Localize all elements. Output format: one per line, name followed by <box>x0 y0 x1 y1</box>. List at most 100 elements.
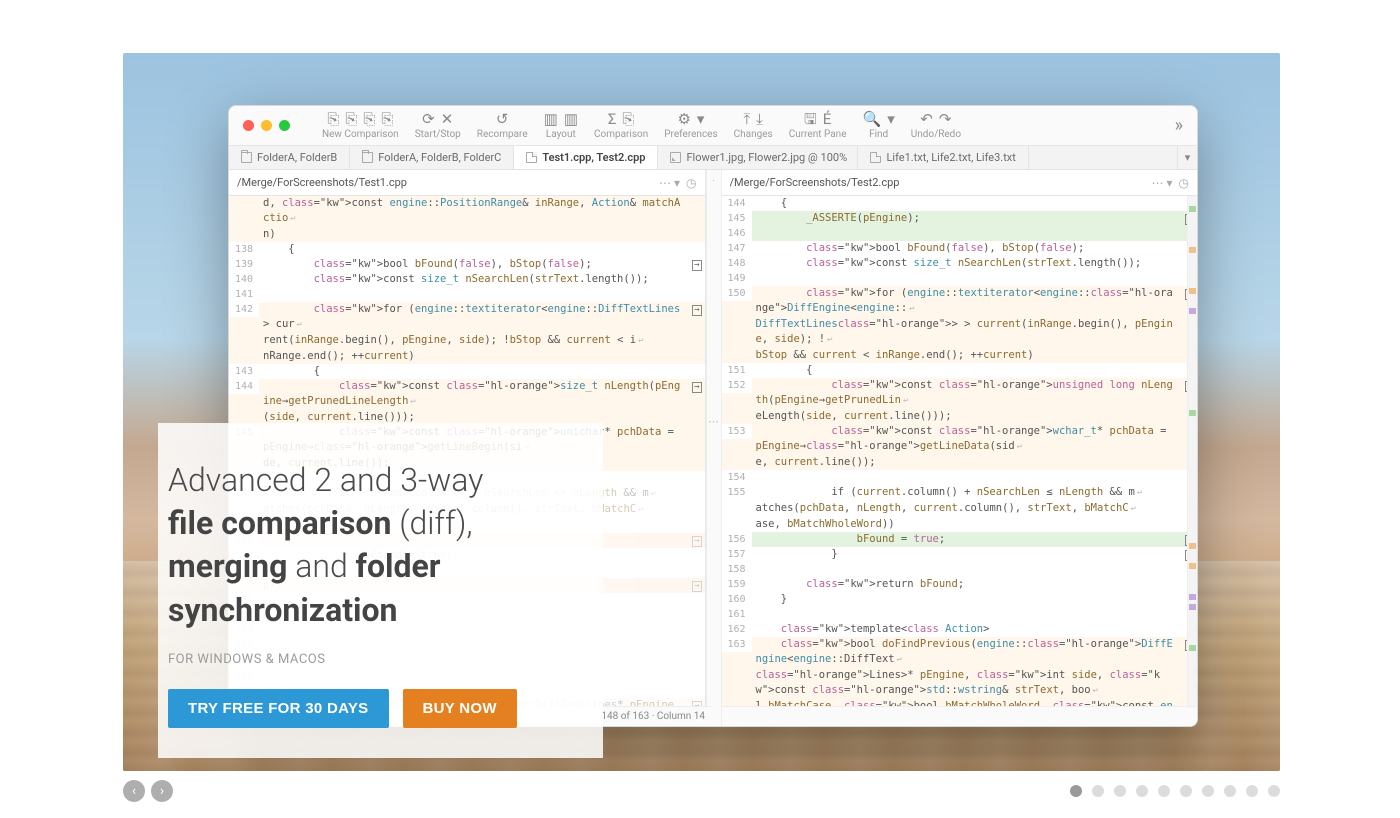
code-line[interactable]: 139 class="kw">bool bFound(false), bStop… <box>229 257 705 272</box>
code-line[interactable]: 158 <box>722 562 1198 577</box>
path-clock-icon[interactable]: ◷ <box>686 176 696 190</box>
toolbar-icon[interactable]: ⎘ <box>345 112 357 127</box>
code-line[interactable]: 154 <box>722 470 1198 485</box>
toolbar-icon[interactable]: ▥ <box>564 112 578 127</box>
toolbar-icon[interactable]: ⎘ <box>622 112 634 127</box>
code-line[interactable]: 152 class="kw">const class="hl-orange">u… <box>722 378 1198 409</box>
carousel-prev-icon[interactable]: ‹ <box>123 780 145 802</box>
code-line[interactable]: 140 class="kw">const size_t nSearchLen(s… <box>229 272 705 287</box>
code-line[interactable]: 144 { <box>722 196 1198 211</box>
carousel-dot[interactable] <box>1268 785 1280 797</box>
carousel-dot[interactable] <box>1224 785 1236 797</box>
path-menu-icon[interactable]: ⋯ ▾ <box>659 176 680 190</box>
code-line[interactable]: 141 <box>229 287 705 302</box>
right-code-area[interactable]: 144 {145 _ASSERTE(pEngine);←146147 class… <box>722 196 1198 726</box>
code-line[interactable]: 146 <box>722 226 1198 241</box>
toolbar-icon[interactable]: ⎘ <box>327 112 339 127</box>
toolbar-icon[interactable]: ⚙ <box>677 112 690 127</box>
toolbar-icon[interactable]: ✕ <box>441 112 454 127</box>
code-line[interactable]: 161 <box>722 607 1198 622</box>
code-line[interactable]: 163 class="kw">bool doFindPrevious(engin… <box>722 637 1198 668</box>
toolbar-icon[interactable]: ⎘ <box>381 112 393 127</box>
code-line[interactable]: 160 } <box>722 592 1198 607</box>
buy-now-button[interactable]: BUY NOW <box>403 689 517 728</box>
code-line[interactable]: 148 class="kw">const size_t nSearchLen(s… <box>722 256 1198 271</box>
tab[interactable]: FolderA, FolderB <box>229 146 350 169</box>
toolbar-icon[interactable]: ↶ <box>920 112 933 127</box>
code-line[interactable]: bStop && current < inRange.end(); ++curr… <box>722 348 1198 363</box>
code-line[interactable]: atches(pchData, nLength, current.column(… <box>722 501 1198 517</box>
merge-menu-icon[interactable]: ⋯ <box>707 415 721 428</box>
minimize-icon[interactable] <box>261 120 272 131</box>
code-line[interactable]: 150 class="kw">for (engine::textiterator… <box>722 286 1198 317</box>
tab-dropdown-icon[interactable]: ▾ <box>1177 146 1197 169</box>
code-line[interactable]: ase, bMatchWholeWord)) <box>722 517 1198 532</box>
tab[interactable]: Life1.txt, Life2.txt, Life3.txt <box>858 146 1028 169</box>
tab-label: Flower1.jpg, Flower2.jpg @ 100% <box>686 151 847 164</box>
toolbar-icon[interactable]: ⤓ <box>756 112 763 127</box>
carousel-dot[interactable] <box>1246 785 1258 797</box>
toolbar-icon[interactable]: Σ <box>608 112 617 127</box>
code-line[interactable]: 143 { <box>229 364 705 379</box>
tab[interactable]: Test1.cpp, Test2.cpp <box>514 146 658 169</box>
code-line[interactable]: 144 class="kw">const class="hl-orange">s… <box>229 379 705 410</box>
code-line[interactable]: 149 <box>722 271 1198 286</box>
code-line[interactable]: 145 _ASSERTE(pEngine);← <box>722 211 1198 226</box>
code-line[interactable]: 153 class="kw">const class="hl-orange">w… <box>722 424 1198 455</box>
toolbar-icon[interactable]: ▾ <box>697 112 705 127</box>
merge-arrow-icon[interactable]: → <box>687 379 705 394</box>
toolbar-icon[interactable]: ▥ <box>544 112 558 127</box>
toolbar-icon[interactable]: ↺ <box>496 112 509 127</box>
code-line[interactable]: 147 class="kw">bool bFound(false), bStop… <box>722 241 1198 256</box>
path-menu-icon[interactable]: ⋯ ▾ <box>1152 176 1173 190</box>
code-line[interactable]: 151 { <box>722 363 1198 378</box>
carousel-dot[interactable] <box>1092 785 1104 797</box>
try-free-button[interactable]: TRY FREE FOR 30 DAYS <box>168 689 389 728</box>
code-line[interactable]: nRange.end(); ++current) <box>229 349 705 364</box>
code-line[interactable]: d, class="kw">const engine::PositionRang… <box>229 196 705 227</box>
toolbar-icon[interactable]: 🔍 <box>863 112 882 127</box>
carousel-dot[interactable] <box>1158 785 1170 797</box>
code-line[interactable]: DiffTextLinesclass="hl-orange">> > curre… <box>722 317 1198 348</box>
code-line[interactable]: 159 class="kw">return bFound; <box>722 577 1198 592</box>
code-line[interactable]: 138 { <box>229 242 705 257</box>
tab[interactable]: FolderA, FolderB, FolderC <box>350 146 514 169</box>
line-number: 143 <box>229 364 259 379</box>
code-line[interactable]: class="hl-orange">Lines>* pEngine, class… <box>722 668 1198 699</box>
code-line[interactable]: 162 class="kw">template<class Action> <box>722 622 1198 637</box>
merge-arrow-icon[interactable]: → <box>687 257 705 272</box>
carousel-dot[interactable] <box>1180 785 1192 797</box>
merge-arrow-icon[interactable]: → <box>687 302 705 317</box>
code-line[interactable]: 157 }← <box>722 547 1198 562</box>
code-line[interactable]: n) <box>229 227 705 242</box>
carousel-dot[interactable] <box>1070 785 1082 797</box>
toolbar-icon[interactable]: ↷ <box>939 112 952 127</box>
code-text: bFound = true; <box>752 532 1180 547</box>
code-line[interactable]: 142 class="kw">for (engine::textiterator… <box>229 302 705 333</box>
overview-strip[interactable] <box>1187 196 1197 706</box>
toolbar-icon[interactable]: ⤒ <box>744 112 751 127</box>
toolbar-icon[interactable]: 🖫 <box>804 112 817 127</box>
carousel-dot[interactable] <box>1136 785 1148 797</box>
code-line[interactable]: eLength(side, current.line())); <box>722 409 1198 424</box>
carousel-dot[interactable] <box>1114 785 1126 797</box>
code-line[interactable]: rent(inRange.begin(), pEngine, side); !b… <box>229 333 705 349</box>
close-icon[interactable] <box>243 120 254 131</box>
tab[interactable]: Flower1.jpg, Flower2.jpg @ 100% <box>658 146 858 169</box>
carousel-next-icon[interactable]: › <box>151 780 173 802</box>
carousel-dot[interactable] <box>1202 785 1214 797</box>
toolbar-icon[interactable]: ⎘ <box>363 112 375 127</box>
toolbar-icon[interactable]: ⟳ <box>422 112 435 127</box>
maximize-icon[interactable] <box>279 120 290 131</box>
path-clock-icon[interactable]: ◷ <box>1179 176 1189 190</box>
code-line[interactable]: e, current.line()); <box>722 455 1198 470</box>
code-text: { <box>259 242 687 257</box>
toolbar-icon[interactable]: ▾ <box>887 112 895 127</box>
code-line[interactable]: 156 bFound = true;← <box>722 532 1198 547</box>
toolbar-icon[interactable]: É <box>823 112 832 127</box>
toolbar-overflow-icon[interactable]: » <box>1171 115 1187 136</box>
merge-arrow-icon[interactable]: → <box>687 533 705 548</box>
merge-arrow-icon[interactable]: → <box>687 578 705 593</box>
code-line[interactable]: 155 if (current.column() + nSearchLen ≤ … <box>722 485 1198 501</box>
pane-divider[interactable]: · ⋯ <box>706 170 722 726</box>
